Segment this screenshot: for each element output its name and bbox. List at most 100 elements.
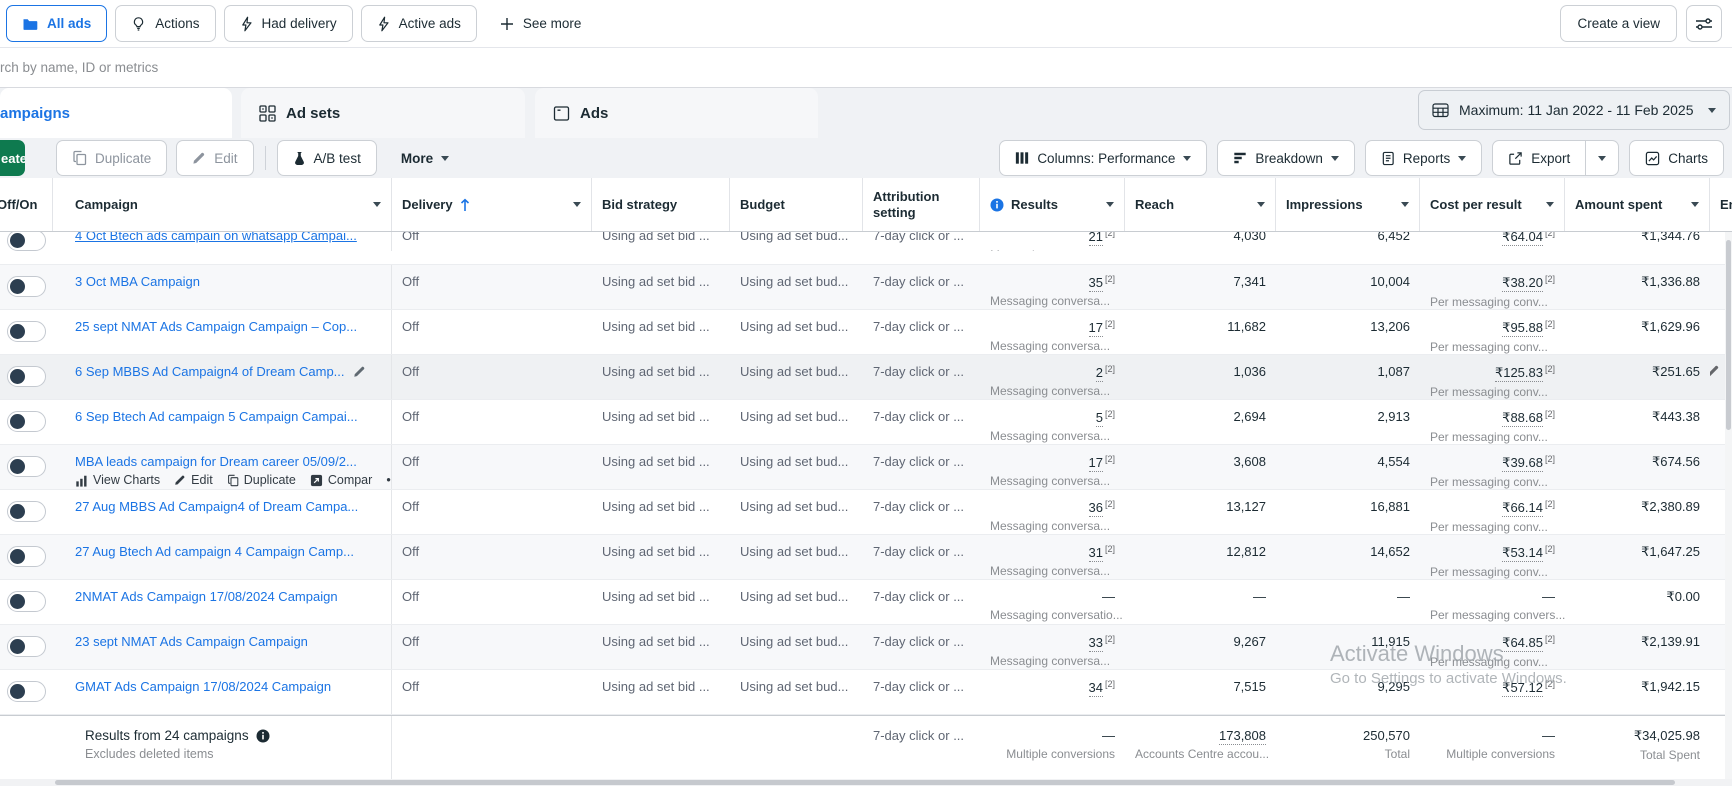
bid-strategy-cell: Using ad set bid ... (592, 580, 730, 624)
footer-reach: 173,808Accounts Centre accou... (1125, 716, 1276, 779)
filter-all-ads[interactable]: All ads (6, 5, 107, 42)
column-header-results[interactable]: Results (980, 178, 1125, 231)
chevron-down-icon (1106, 202, 1114, 207)
campaign-link[interactable]: 27 Aug MBBS Ad Campaign4 of Dream Campa.… (75, 499, 358, 514)
toggle-knob (10, 459, 25, 474)
table-row: 6 Sep MBBS Ad Campaign4 of Dream Camp...… (0, 355, 1732, 400)
campaign-link[interactable]: 25 sept NMAT Ads Campaign Campaign – Cop… (75, 319, 357, 334)
footer-impressions: 250,570Total (1276, 716, 1420, 779)
filter-see-more[interactable]: See more (485, 5, 597, 42)
cost-per-result-cell: ₹66.14[2]Per messaging conv... (1420, 490, 1565, 534)
column-header-attribution-setting[interactable]: Attribution setting (863, 178, 980, 231)
campaign-toggle[interactable] (7, 276, 46, 297)
tab-campaigns[interactable]: ampaigns (0, 88, 232, 138)
amount-spent-cell: ₹1,647.25 (1565, 535, 1710, 579)
campaign-link[interactable]: 23 sept NMAT Ads Campaign Campaign (75, 634, 308, 649)
plus-icon (500, 17, 514, 31)
create-button[interactable]: eate (0, 140, 25, 176)
create-a-view-button[interactable]: Create a view (1560, 5, 1677, 42)
reach-cell: 2,694 (1125, 400, 1276, 444)
column-header-delivery[interactable]: Delivery (392, 178, 592, 231)
ad-icon (553, 105, 570, 122)
horizontal-scrollbar[interactable] (0, 779, 1732, 786)
tab-ad-sets[interactable]: Ad sets (241, 88, 525, 138)
campaign-toggle[interactable] (7, 501, 46, 522)
bid-strategy-cell: Using ad set bid ... (592, 445, 730, 489)
toggle-knob (10, 684, 25, 699)
column-header-impressions[interactable]: Impressions (1276, 178, 1420, 231)
export-button[interactable]: Export (1492, 140, 1586, 176)
delivery-cell: Off (392, 490, 592, 534)
filter-active-ads[interactable]: Active ads (361, 5, 477, 42)
budget-cell: Using ad set bud... (730, 535, 863, 579)
compare-action[interactable]: Compar (310, 473, 372, 487)
date-range-picker[interactable]: Maximum: 11 Jan 2022 - 11 Feb 2025 (1418, 90, 1730, 130)
campaign-link[interactable]: GMAT Ads Campaign 17/08/2024 Campaign (75, 679, 331, 694)
ab-test-button[interactable]: A/B test (277, 140, 377, 176)
edit-action[interactable]: Edit (174, 473, 213, 487)
view-settings-button[interactable] (1686, 5, 1722, 42)
duplicate-button[interactable]: Duplicate (56, 140, 167, 176)
info-icon[interactable] (256, 729, 270, 743)
column-header-budget[interactable]: Budget (730, 178, 863, 231)
delivery-cell: Off (392, 232, 592, 251)
reach-cell: 11,682 (1125, 310, 1276, 354)
bid-strategy-cell: Using ad set bid ... (592, 535, 730, 579)
campaign-link[interactable]: 2NMAT Ads Campaign 17/08/2024 Campaign (75, 589, 338, 604)
column-header-campaign[interactable]: Campaign (53, 178, 392, 231)
campaign-link[interactable]: 6 Sep MBBS Ad Campaign4 of Dream Camp... (75, 364, 345, 379)
campaign-toggle[interactable] (7, 681, 46, 702)
cost-per-result-cell: ₹38.20[2]Per messaging conv... (1420, 265, 1565, 309)
filter-had-delivery[interactable]: Had delivery (224, 5, 353, 42)
view-charts-action[interactable]: View Charts (75, 473, 160, 487)
attribution-cell: 7-day click or ... (863, 445, 980, 489)
campaign-link[interactable]: 27 Aug Btech Ad campaign 4 Campaign Camp… (75, 544, 354, 559)
campaign-link[interactable]: MBA leads campaign for Dream career 05/0… (75, 454, 357, 469)
export-options-button[interactable] (1586, 140, 1619, 176)
column-header-bid-strategy[interactable]: Bid strategy (592, 178, 730, 231)
campaign-toggle[interactable] (7, 456, 46, 477)
vertical-scrollbar[interactable] (1725, 232, 1732, 779)
reach-cell: 3,608 (1125, 445, 1276, 489)
campaign-toggle[interactable] (7, 546, 46, 567)
date-range-label: Maximum: 11 Jan 2022 - 11 Feb 2025 (1459, 102, 1694, 118)
campaign-toggle[interactable] (7, 636, 46, 657)
vertical-scrollbar-thumb[interactable] (1726, 240, 1731, 430)
bid-strategy-cell: Using ad set bid ... (592, 490, 730, 534)
tab-ads[interactable]: Ads (535, 88, 818, 138)
bid-strategy-cell: Using ad set bid ... (592, 400, 730, 444)
footer-attribution: 7-day click or ... (863, 716, 980, 779)
campaign-toggle[interactable] (7, 366, 46, 387)
campaign-link[interactable]: 6 Sep Btech Ad campaign 5 Campaign Campa… (75, 409, 358, 424)
columns-button[interactable]: Columns: Performance (999, 140, 1207, 176)
column-header-cost-per-result[interactable]: Cost per result (1420, 178, 1565, 231)
column-header-reach[interactable]: Reach (1125, 178, 1276, 231)
edit-button[interactable]: Edit (176, 140, 253, 176)
table-row: GMAT Ads Campaign 17/08/2024 Campaign Vi… (0, 670, 1732, 715)
search-input[interactable] (0, 60, 1732, 75)
reports-button[interactable]: Reports (1365, 140, 1482, 176)
campaign-link[interactable]: 4 Oct Btech ads campain on whatsapp Camp… (75, 232, 357, 243)
campaign-toggle[interactable] (7, 411, 46, 432)
more-button[interactable]: More (386, 140, 464, 176)
bid-strategy-cell: Using ad set bid ... (592, 355, 730, 399)
grid-icon (259, 105, 276, 122)
row-edit-pencil-icon[interactable] (1710, 364, 1720, 399)
charts-button[interactable]: Charts (1629, 140, 1724, 176)
lightbulb-icon (131, 16, 146, 32)
breakdown-button[interactable]: Breakdown (1217, 140, 1355, 176)
compare-icon (310, 474, 323, 487)
table-row: 27 Aug MBBS Ad Campaign4 of Dream Campa.… (0, 490, 1732, 535)
column-header-ends[interactable]: En (1710, 178, 1732, 231)
campaign-toggle[interactable] (7, 321, 46, 342)
edit-name-pencil-icon[interactable] (353, 365, 366, 378)
horizontal-scrollbar-thumb[interactable] (55, 780, 1675, 785)
duplicate-action[interactable]: Duplicate (227, 473, 296, 487)
campaign-link[interactable]: 3 Oct MBA Campaign (75, 274, 200, 289)
column-header-amount-spent[interactable]: Amount spent (1565, 178, 1710, 231)
campaign-toggle[interactable] (7, 232, 46, 251)
reach-cell: — (1125, 580, 1276, 624)
filter-actions[interactable]: Actions (115, 5, 215, 42)
tab-label: ampaigns (0, 105, 70, 122)
campaign-toggle[interactable] (7, 591, 46, 612)
